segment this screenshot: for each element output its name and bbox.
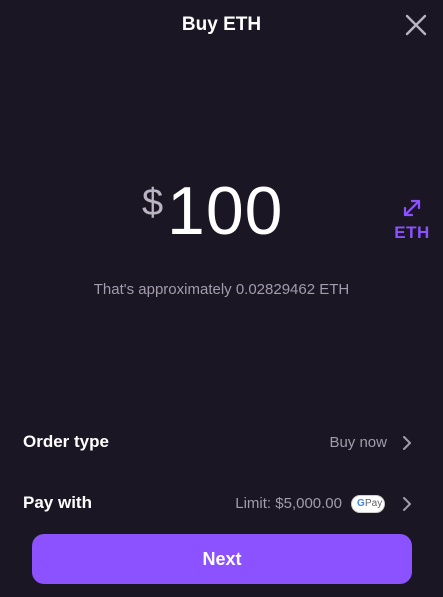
order-type-row[interactable]: Order type Buy now	[0, 421, 443, 465]
order-type-value: Buy now	[329, 434, 387, 451]
next-button-label: Next	[202, 549, 242, 569]
google-pay-g: G	[357, 498, 365, 509]
pay-limit-value: Limit: $5,000.00	[235, 495, 342, 512]
header: Buy ETH	[0, 0, 443, 52]
close-button[interactable]	[403, 12, 429, 38]
approximation-text: That's approximately 0.02829462 ETH	[93, 281, 350, 298]
pay-with-row[interactable]: Pay with Limit: $5,000.00 G Pay	[0, 482, 443, 526]
swap-currency-label: ETH	[394, 223, 430, 242]
amount-input[interactable]: $ 100	[0, 173, 443, 258]
amount-value[interactable]: 100	[167, 172, 283, 250]
chevron-right-icon	[403, 497, 411, 511]
pay-with-label: Pay with	[23, 493, 92, 512]
next-button[interactable]: Next	[32, 534, 412, 584]
chevron-right-icon	[403, 436, 411, 450]
google-pay-text: Pay	[365, 498, 383, 509]
order-type-label: Order type	[23, 432, 109, 451]
swap-arrows-icon	[403, 199, 421, 217]
currency-symbol: $	[142, 182, 164, 224]
google-pay-icon: G Pay	[351, 495, 385, 513]
page-title: Buy ETH	[181, 14, 262, 35]
swap-currency-button[interactable]: ETH	[392, 196, 436, 246]
close-icon	[405, 14, 427, 36]
